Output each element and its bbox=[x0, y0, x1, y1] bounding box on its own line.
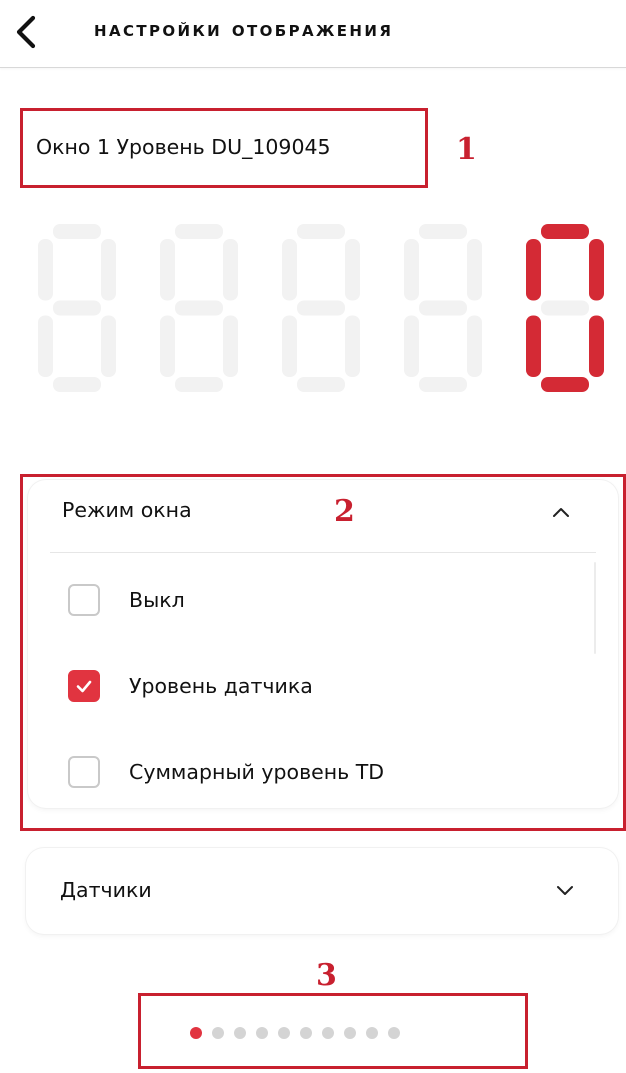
seven-segment-display bbox=[30, 218, 620, 398]
page-dot-5[interactable] bbox=[278, 1027, 290, 1039]
digit-3-segment-g bbox=[297, 300, 345, 316]
annotation-box-2 bbox=[20, 474, 626, 831]
page-dot-3[interactable] bbox=[234, 1027, 246, 1039]
annotation-label-2: 2 bbox=[334, 494, 355, 529]
digit-2-segment-f bbox=[160, 239, 175, 301]
digit-4-segment-d bbox=[419, 377, 467, 392]
sensors-title: Датчики bbox=[60, 878, 152, 902]
digit-1-segment-f bbox=[38, 239, 53, 301]
digit-1-segment-c bbox=[101, 315, 116, 377]
digit-4-segment-g bbox=[419, 300, 467, 316]
digit-4-segment-b bbox=[467, 239, 482, 301]
page-dot-1[interactable] bbox=[190, 1027, 202, 1039]
digit-1-segment-b bbox=[101, 239, 116, 301]
page-dot-2[interactable] bbox=[212, 1027, 224, 1039]
page-dot-10[interactable] bbox=[388, 1027, 400, 1039]
digit-3-segment-d bbox=[297, 377, 345, 392]
sensors-panel[interactable]: Датчики bbox=[26, 848, 618, 934]
digit-4-segment-f bbox=[404, 239, 419, 301]
digit-2-segment-e bbox=[160, 315, 175, 377]
digit-3-segment-f bbox=[282, 239, 297, 301]
digit-2-segment-b bbox=[223, 239, 238, 301]
digit-2-segment-c bbox=[223, 315, 238, 377]
annotation-label-1: 1 bbox=[456, 132, 477, 167]
digit-3-segment-b bbox=[345, 239, 360, 301]
digit-5-segment-d bbox=[541, 377, 589, 392]
chevron-down-icon[interactable] bbox=[553, 878, 577, 902]
digit-5-segment-g bbox=[541, 300, 589, 316]
window-name-label: Окно 1 Уровень DU_109045 bbox=[36, 135, 331, 159]
digit-1-segment-e bbox=[38, 315, 53, 377]
page-dot-7[interactable] bbox=[322, 1027, 334, 1039]
digit-1-segment-g bbox=[53, 300, 101, 316]
digit-5-segment-b bbox=[589, 239, 604, 301]
digit-3-segment-a bbox=[297, 224, 345, 239]
page-dot-6[interactable] bbox=[300, 1027, 312, 1039]
digit-5-segment-c bbox=[589, 315, 604, 377]
annotation-label-3: 3 bbox=[316, 958, 337, 993]
digit-1-segment-d bbox=[53, 377, 101, 392]
back-button[interactable] bbox=[6, 10, 46, 54]
digit-4-segment-a bbox=[419, 224, 467, 239]
digit-3-segment-c bbox=[345, 315, 360, 377]
page-indicator bbox=[190, 1027, 400, 1039]
digit-4-segment-c bbox=[467, 315, 482, 377]
digit-2-segment-d bbox=[175, 377, 223, 392]
digit-4-segment-e bbox=[404, 315, 419, 377]
digit-5-segment-a bbox=[541, 224, 589, 239]
digit-2-segment-g bbox=[175, 300, 223, 316]
page-dot-4[interactable] bbox=[256, 1027, 268, 1039]
app-header: Настройки отображения bbox=[0, 0, 626, 68]
display-settings-screen: Настройки отображения 1 Окно 1 Уровень D… bbox=[0, 0, 626, 1073]
digit-1-segment-a bbox=[53, 224, 101, 239]
page-title: Настройки отображения bbox=[94, 17, 394, 41]
chevron-left-icon bbox=[16, 15, 36, 49]
digit-3-segment-e bbox=[282, 315, 297, 377]
digit-2-segment-a bbox=[175, 224, 223, 239]
digit-5-segment-e bbox=[526, 315, 541, 377]
page-dot-8[interactable] bbox=[344, 1027, 356, 1039]
digit-5-segment-f bbox=[526, 239, 541, 301]
page-dot-9[interactable] bbox=[366, 1027, 378, 1039]
